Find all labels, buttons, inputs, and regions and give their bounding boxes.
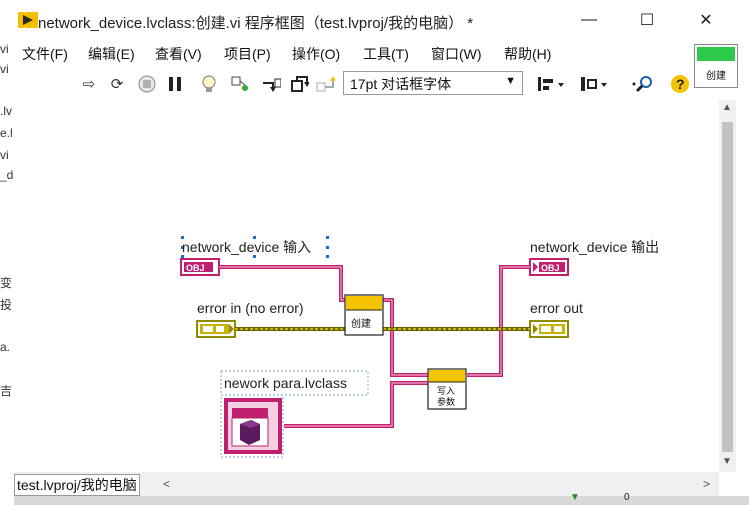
network-device-input-label[interactable]: network_device 输入 xyxy=(182,237,311,257)
network-device-input-terminal[interactable]: OBJ xyxy=(180,258,220,276)
scroll-up-icon[interactable]: ▲ xyxy=(722,102,732,113)
nework-para-label[interactable]: nework para.lvclass xyxy=(224,375,347,391)
error-out-terminal[interactable] xyxy=(529,320,569,338)
background-window-bottom: ▼ 0 xyxy=(14,492,749,505)
vertical-scroll-thumb[interactable] xyxy=(722,122,733,452)
chevron-down-icon: ▼ xyxy=(570,492,580,503)
write-node-label-2: 参数 xyxy=(437,396,455,407)
write-node-label-1: 写入 xyxy=(437,386,455,396)
scroll-right-icon[interactable]: > xyxy=(703,477,710,491)
write-params-node[interactable]: 写入 参数 xyxy=(427,368,467,410)
error-in-label[interactable]: error in (no error) xyxy=(197,300,304,316)
network-device-output-label[interactable]: network_device 输出 xyxy=(530,237,659,257)
scroll-left-icon[interactable]: < xyxy=(163,477,170,491)
network-device-output-terminal[interactable]: OBJ xyxy=(529,258,569,276)
create-node-label: 创建 xyxy=(351,317,371,330)
project-context-label[interactable]: test.lvproj/我的电脑 xyxy=(14,474,140,496)
obj-tag: OBJ xyxy=(186,263,205,273)
scroll-down-icon[interactable]: ▼ xyxy=(722,456,732,467)
bg-partial-text: 0 xyxy=(624,492,630,503)
nework-para-constant[interactable] xyxy=(220,394,284,458)
error-in-terminal[interactable] xyxy=(196,320,236,338)
create-node[interactable]: 创建 xyxy=(344,294,384,336)
vertical-scrollbar[interactable]: ▲ ▼ xyxy=(719,100,736,472)
error-out-label[interactable]: error out xyxy=(530,300,583,316)
obj-tag: OBJ xyxy=(541,263,560,273)
